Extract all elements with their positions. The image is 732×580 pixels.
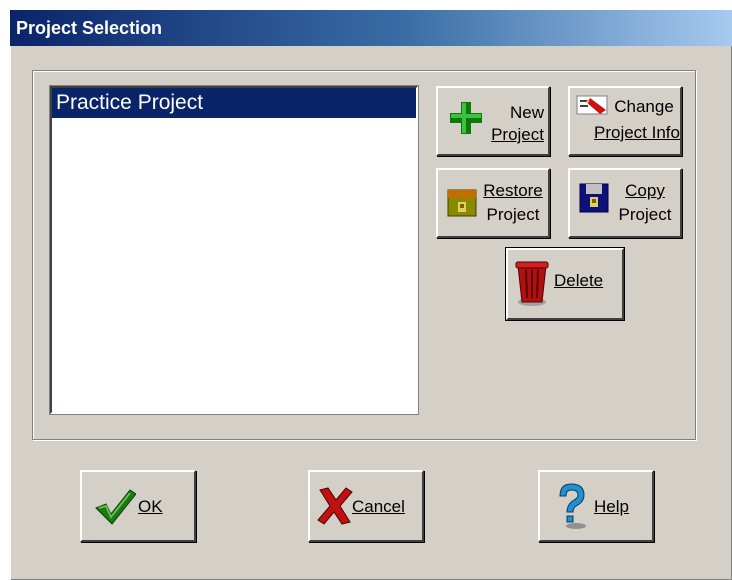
- cancel-label: Cancel: [352, 497, 405, 516]
- copy-disk-icon: [579, 183, 609, 213]
- new-project-label-line1: New: [509, 103, 544, 122]
- help-label: Help: [594, 497, 629, 516]
- copy-project-button[interactable]: Copy Project: [568, 168, 682, 238]
- ok-label: OK: [138, 497, 163, 516]
- project-list[interactable]: Practice Project: [49, 85, 419, 415]
- title-bar[interactable]: Project Selection: [10, 10, 732, 46]
- delete-label: Delete: [554, 271, 604, 290]
- restore-project-label-line1: Restore: [483, 181, 543, 200]
- copy-project-label-line1: Copy: [625, 181, 665, 200]
- project-list-item[interactable]: Practice Project: [52, 88, 416, 118]
- change-project-info-button[interactable]: Change Project Info: [568, 86, 682, 156]
- copy-project-label-line2: Project: [618, 205, 672, 224]
- trash-can-icon: [515, 261, 549, 306]
- change-project-label-line1: Change: [614, 97, 674, 116]
- delete-project-button[interactable]: Delete: [505, 247, 625, 321]
- x-mark-icon: [317, 487, 353, 525]
- checkmark-icon: [95, 489, 136, 525]
- question-mark-icon: [559, 483, 586, 529]
- new-project-label-line2: Project: [491, 125, 544, 144]
- edit-info-icon: [576, 95, 608, 115]
- restore-project-button[interactable]: Restore Project: [436, 168, 550, 238]
- new-project-button[interactable]: New Project: [436, 86, 550, 156]
- ok-button[interactable]: OK: [80, 470, 196, 542]
- window-title: Project Selection: [16, 18, 163, 38]
- restore-folder-icon: [447, 189, 477, 217]
- cancel-button[interactable]: Cancel: [308, 470, 424, 542]
- help-button[interactable]: Help: [538, 470, 654, 542]
- change-project-label-line2: Project Info: [594, 123, 680, 142]
- restore-project-label-line2: Project: [486, 205, 540, 224]
